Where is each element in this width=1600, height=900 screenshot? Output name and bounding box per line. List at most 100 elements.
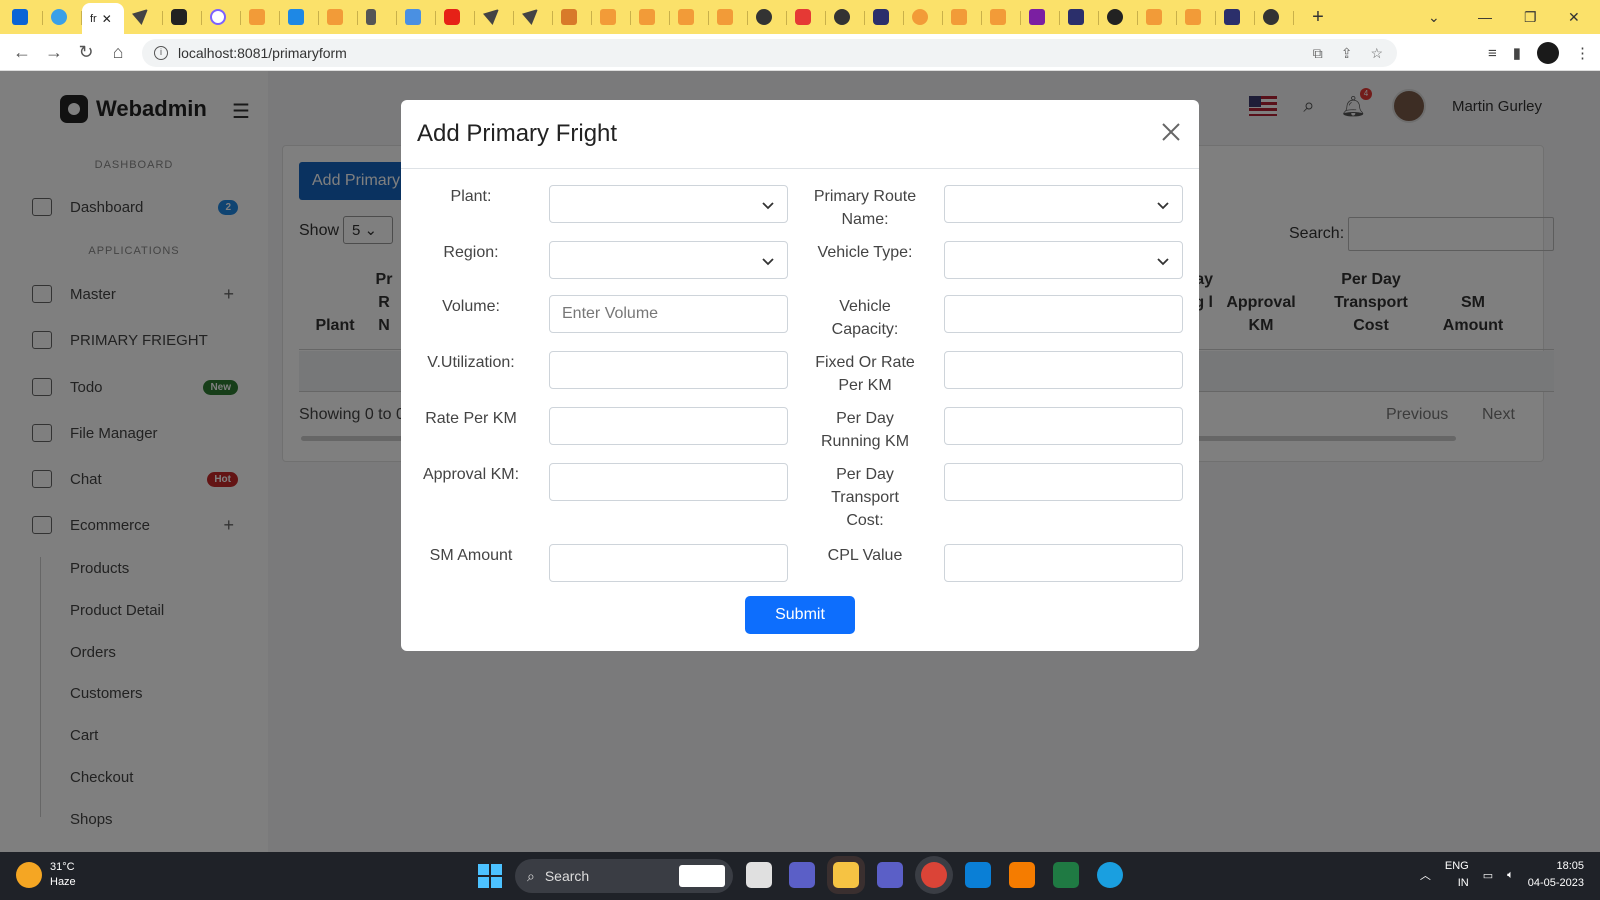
tab[interactable] [241, 3, 280, 31]
tab[interactable] [1216, 3, 1255, 31]
tab[interactable] [826, 3, 865, 31]
tab[interactable] [358, 3, 397, 31]
tab[interactable] [943, 3, 982, 31]
approval-km-input[interactable] [549, 463, 788, 501]
tab[interactable] [1021, 3, 1060, 31]
teams-icon[interactable] [877, 862, 903, 888]
site-info-icon[interactable]: i [154, 46, 168, 60]
close-window-icon[interactable]: ✕ [1568, 0, 1580, 34]
submit-button[interactable]: Submit [745, 596, 855, 634]
network-icon[interactable]: ▭ [1483, 869, 1493, 882]
speaker-icon[interactable]: 🔈︎ [1507, 869, 1514, 882]
app-icon [678, 9, 694, 25]
tab[interactable] [4, 3, 43, 31]
tab[interactable] [1099, 3, 1138, 31]
tab[interactable] [709, 3, 748, 31]
app-icon [951, 9, 967, 25]
excel-icon[interactable] [1053, 862, 1079, 888]
tab[interactable] [1255, 3, 1294, 31]
minimize-icon[interactable]: — [1478, 0, 1492, 34]
tab[interactable] [670, 3, 709, 31]
tab[interactable] [43, 3, 82, 31]
per-day-transport-cost-input[interactable] [944, 463, 1183, 501]
meet-icon[interactable] [789, 862, 815, 888]
volume-label: Volume: [442, 298, 500, 315]
profile-avatar[interactable] [1537, 42, 1559, 64]
tab[interactable] [319, 3, 358, 31]
vehicle-type-select[interactable] [944, 241, 1183, 279]
cpl-value-input[interactable] [944, 544, 1183, 582]
task-view-icon[interactable] [746, 862, 772, 888]
chevron-up-icon[interactable]: ︿ [1420, 867, 1431, 883]
volume-input[interactable]: Enter Volume [549, 295, 788, 333]
tab[interactable] [514, 3, 553, 31]
tab[interactable] [1138, 3, 1177, 31]
app-icon [990, 9, 1006, 25]
app-icon [327, 9, 343, 25]
primary-route-name-select[interactable] [944, 185, 1183, 223]
app-icon [873, 9, 889, 25]
tab[interactable] [592, 3, 631, 31]
tab[interactable] [1060, 3, 1099, 31]
address-bar[interactable]: i localhost:8081/primaryform ⧉ ⇪ ☆ [142, 39, 1397, 67]
clock[interactable]: 18:05 04-05-2023 [1528, 858, 1584, 892]
vehicle-type-label: Vehicle Type: [817, 244, 913, 261]
forward-icon[interactable]: → [38, 42, 70, 63]
tab[interactable] [553, 3, 592, 31]
language-indicator[interactable]: ENG IN [1445, 858, 1469, 892]
v-utilization-input[interactable] [549, 351, 788, 389]
add-primary-fright-modal: Add Primary Fright Plant: Primary Route … [401, 100, 1199, 651]
tab[interactable] [280, 3, 319, 31]
close-icon[interactable] [1159, 120, 1183, 144]
bookmark-star-icon[interactable]: ☆ [1370, 45, 1383, 62]
chrome-icon[interactable] [921, 862, 947, 888]
fixed-or-rate-input[interactable] [944, 351, 1183, 389]
per-day-running-km-input[interactable] [944, 407, 1183, 445]
share-icon[interactable]: ⇪ [1341, 45, 1353, 62]
tab[interactable] [397, 3, 436, 31]
xampp-icon[interactable] [1009, 862, 1035, 888]
search-highlight-icon [679, 865, 725, 887]
vehicle-capacity-input[interactable] [944, 295, 1183, 333]
taskbar-search[interactable]: ⌕ Search [515, 859, 733, 893]
restore-icon[interactable]: ❐ [1524, 0, 1537, 34]
sm-amount-input[interactable] [549, 544, 788, 582]
tab[interactable] [748, 3, 787, 31]
reload-icon[interactable]: ↻ [70, 42, 102, 63]
tab[interactable] [436, 3, 475, 31]
chrome-menu-icon[interactable]: ⋮ [1575, 44, 1590, 62]
edge-icon[interactable] [1097, 862, 1123, 888]
app-icon [1146, 9, 1162, 25]
tab[interactable] [1177, 3, 1216, 31]
per-day-running-km-label: Per Day Running KM [820, 410, 910, 450]
tab[interactable] [631, 3, 670, 31]
rate-per-km-input[interactable] [549, 407, 788, 445]
browser-toolbar: ← → ↻ ⌂ i localhost:8081/primaryform ⧉ ⇪… [0, 34, 1600, 71]
close-tab-icon[interactable]: ✕ [102, 12, 112, 26]
tab[interactable] [124, 3, 163, 31]
bootstrap-icon [1029, 9, 1045, 25]
tab-search-icon[interactable]: ⌄ [1428, 0, 1440, 34]
tab-active[interactable]: fr ✕ [82, 3, 124, 35]
region-select[interactable] [549, 241, 788, 279]
vscode-icon[interactable] [965, 862, 991, 888]
tab[interactable] [163, 3, 202, 31]
translate-icon[interactable]: ⧉ [1313, 45, 1323, 62]
back-icon[interactable]: ← [6, 42, 38, 63]
tab[interactable] [475, 3, 514, 31]
file-explorer-icon[interactable] [833, 862, 859, 888]
tab[interactable] [904, 3, 943, 31]
reading-list-icon[interactable]: ≡ [1488, 45, 1497, 62]
windows-start-icon[interactable] [478, 864, 502, 888]
new-tab-icon[interactable]: + [1304, 6, 1332, 29]
side-panel-icon[interactable]: ▮ [1513, 44, 1521, 62]
home-icon[interactable]: ⌂ [102, 42, 134, 63]
tab[interactable] [202, 3, 241, 31]
temperature: 31°C [50, 861, 75, 873]
tab[interactable] [865, 3, 904, 31]
plant-select[interactable] [549, 185, 788, 223]
weather-widget[interactable]: 31°C Haze [16, 860, 76, 890]
chevron-down-icon [1157, 202, 1169, 210]
tab[interactable] [787, 3, 826, 31]
tab[interactable] [982, 3, 1021, 31]
